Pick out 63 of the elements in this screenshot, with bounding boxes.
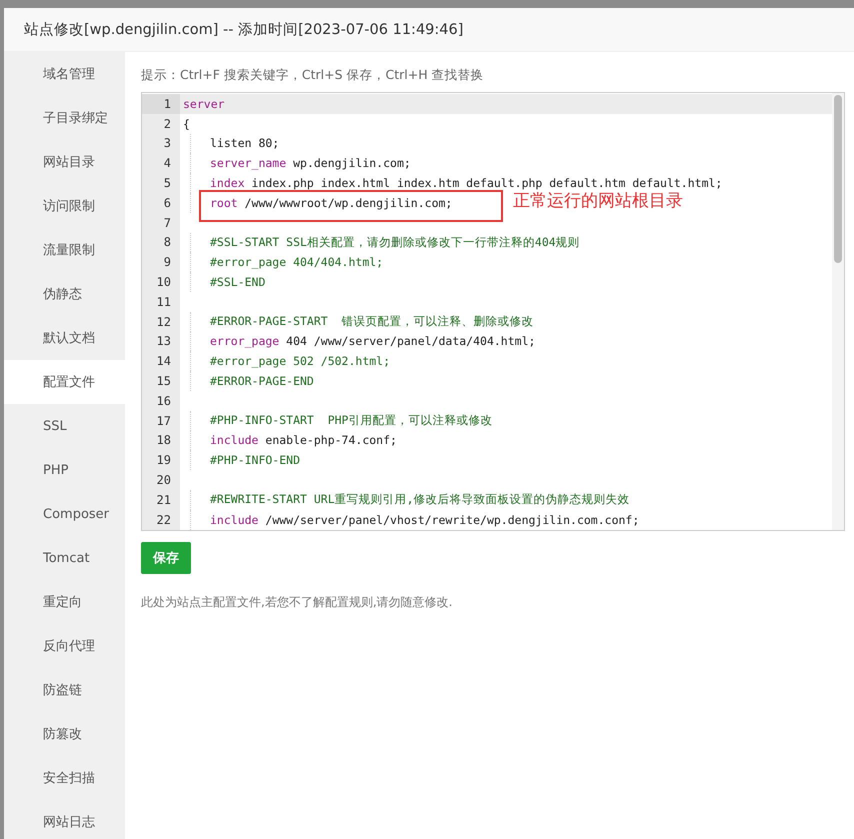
code-line: #SSL-END xyxy=(190,272,266,292)
code-line: #PHP-INFO-END xyxy=(190,450,300,470)
sidebar-item[interactable]: 域名管理 xyxy=(4,52,125,96)
sidebar-item[interactable]: PHP xyxy=(4,448,125,492)
dialog-title: 站点修改[wp.dengjilin.com] -- 添加时间[2023-07-06 11:49:46] xyxy=(24,21,464,39)
line-number: 20 xyxy=(142,470,180,490)
code-line: error_page 404 /www/server/panel/data/404.html; xyxy=(190,332,536,352)
line-number: 21 xyxy=(142,490,180,510)
code-line: #error_page 404/404.html; xyxy=(190,252,384,272)
sidebar-item[interactable]: 安全扫描 xyxy=(4,756,125,800)
line-number: 5 xyxy=(142,173,180,193)
line-number: 11 xyxy=(142,292,180,312)
line-number: 13 xyxy=(142,332,180,352)
sidebar-item[interactable]: 网站目录 xyxy=(4,140,125,184)
code-line: #PHP-INFO-START PHP引用配置，可以注释或修改 xyxy=(190,410,492,431)
code-line: include /www/server/panel/vhost/rewrite/wp.dengjilin.com.conf; xyxy=(190,510,640,530)
line-number: 9 xyxy=(142,252,180,272)
hint-text: 提示：Ctrl+F 搜索关键字，Ctrl+S 保存，Ctrl+H 查找替换 xyxy=(141,67,485,84)
sidebar-item[interactable]: 网站日志 xyxy=(4,800,125,839)
line-number: 6 xyxy=(142,192,180,213)
code-line: server xyxy=(183,96,225,113)
line-number: 4 xyxy=(142,153,180,174)
line-number: 15 xyxy=(142,371,180,391)
code-line: #ERROR-PAGE-END xyxy=(190,371,314,391)
code-line: #SSL-START SSL相关配置，请勿删除或修改下一行带注释的404规则 xyxy=(190,232,580,252)
line-number: 17 xyxy=(142,410,180,431)
code-editor[interactable] xyxy=(141,92,845,531)
sidebar-item[interactable]: 防盗链 xyxy=(4,668,125,712)
line-number: 12 xyxy=(142,312,180,332)
line-number: 10 xyxy=(142,272,180,292)
sidebar-item[interactable]: Tomcat xyxy=(4,536,125,580)
sidebar-item[interactable]: 重定向 xyxy=(4,580,125,624)
line-number: 16 xyxy=(142,390,180,411)
line-number: 8 xyxy=(142,232,180,252)
sidebar-item[interactable]: 流量限制 xyxy=(4,228,125,272)
line-number: 19 xyxy=(142,450,180,470)
code-line: server_name wp.dengjilin.com; xyxy=(190,153,411,174)
line-number: 1 xyxy=(142,94,180,114)
sidebar-item[interactable]: Composer xyxy=(4,492,125,536)
sidebar-item[interactable]: 子目录绑定 xyxy=(4,96,125,140)
note-text: 此处为站点主配置文件,若您不了解配置规则,请勿随意修改. xyxy=(141,594,454,611)
sidebar-item[interactable]: SSL xyxy=(4,404,125,448)
line-number: 14 xyxy=(142,351,180,372)
scrollbar[interactable] xyxy=(832,93,844,530)
line-number: 22 xyxy=(142,510,180,530)
sidebar-item[interactable]: 伪静态 xyxy=(4,272,125,316)
code-line: include enable-php-74.conf; xyxy=(190,430,397,450)
line-number: 2 xyxy=(142,114,180,134)
sidebar-item[interactable]: 访问限制 xyxy=(4,184,125,228)
sidebar-item[interactable]: 反向代理 xyxy=(4,624,125,668)
line-number: 7 xyxy=(142,212,180,233)
code-line: { xyxy=(183,116,190,133)
sidebar-item[interactable]: 防篡改 xyxy=(4,712,125,756)
sidebar-item[interactable]: 默认文档 xyxy=(4,316,125,360)
code-line: root /www/wwwroot/wp.dengjilin.com; xyxy=(190,192,452,213)
code-line: #ERROR-PAGE-START 错误页配置，可以注释、删除或修改 xyxy=(190,312,534,332)
sidebar-item[interactable]: 配置文件 xyxy=(4,360,125,404)
code-line: index index.php index.html index.htm default.php default.htm default.html; xyxy=(190,173,722,193)
code-line: listen 80; xyxy=(190,134,280,154)
line-number: 18 xyxy=(142,430,180,450)
line-number: 3 xyxy=(142,134,180,154)
code-line: #error_page 502 /502.html; xyxy=(190,351,390,372)
code-line: #REWRITE-START URL重写规则引用,修改后将导致面板设置的伪静态规则失效 xyxy=(190,490,630,510)
